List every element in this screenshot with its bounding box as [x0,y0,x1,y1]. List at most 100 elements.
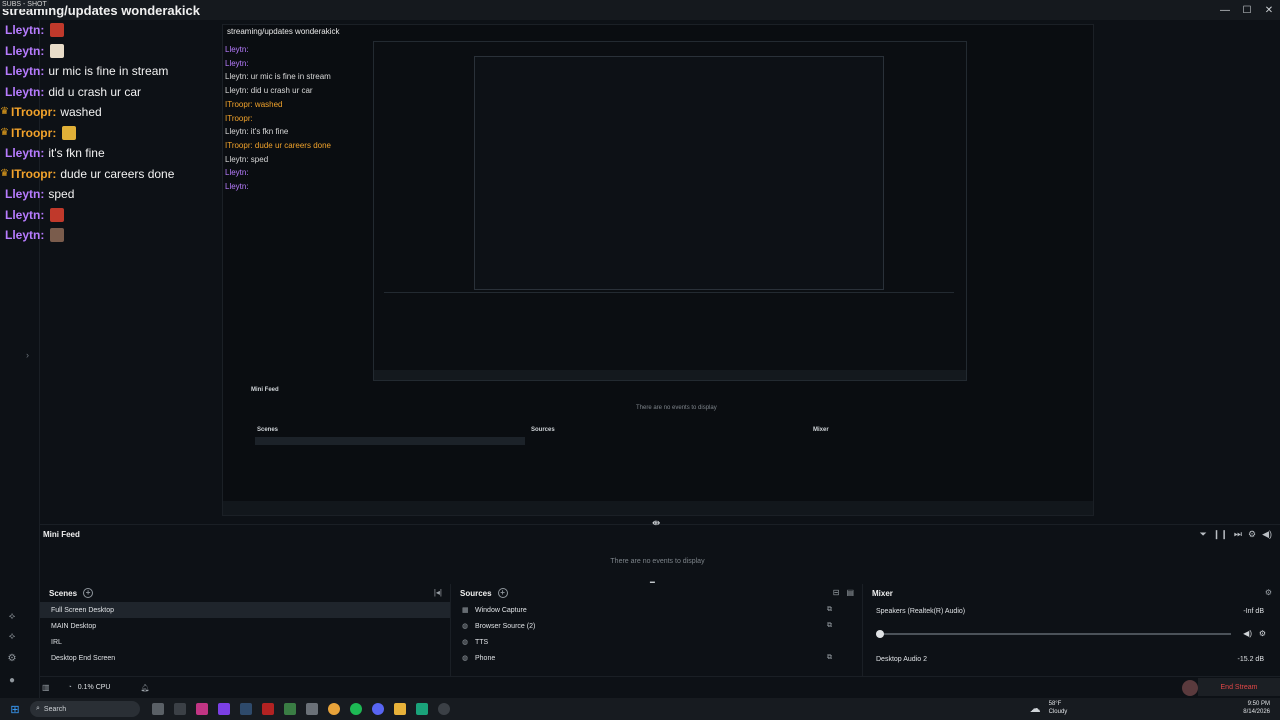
taskbar-search[interactable]: ⌕ Search [30,701,140,717]
discord-icon[interactable] [372,703,384,715]
twitch-icon[interactable] [218,703,230,715]
scene-item[interactable]: Desktop End Screen [40,650,450,666]
preview-chat: Lleytn: Lleytn: Lleytn: ur mic is fine i… [225,43,331,194]
link-icon[interactable]: ⧉ [827,606,832,614]
windows-start-icon[interactable]: ⊞ [0,703,30,716]
folder-icon[interactable]: ▤ [846,588,854,597]
source-label: TTS [475,638,489,646]
obs-icon[interactable] [438,703,450,715]
chat-text: did u crash ur car [48,84,142,99]
chat-username[interactable]: Lleytn [5,64,40,78]
chat-colon: : [40,23,45,38]
source-item[interactable]: ◍ Browser Source (2) ⧉ [451,618,862,634]
chat-username[interactable]: Lleytn [5,44,40,58]
preview-chat-line: Lleytn: [225,182,249,192]
sources-header: Sources + [451,584,862,602]
chat-colon: : [52,105,57,120]
chat-colon: : [40,187,45,202]
maximize-button[interactable]: ☐ [1236,0,1258,20]
user-icon[interactable]: ● [6,674,18,686]
preview-minifeed-empty: There are no events to display [636,405,717,411]
skip-icon[interactable]: ⏭ [1234,529,1242,540]
taskbar: ⊞ ⌕ Search ☁ 58°F Cloudy 9:50 PM 8/14/20… [0,698,1280,720]
source-item[interactable]: ◍ Phone ⧉ [451,650,862,666]
steam-icon[interactable] [240,703,252,715]
sources-title: Sources [460,588,492,598]
scene-item[interactable]: Full Screen Desktop [40,602,450,618]
scene-item[interactable]: IRL [40,634,450,650]
volume-slider[interactable] [876,630,1231,638]
scenes-title: Scenes [49,588,78,598]
chat-message: Lleytn: [0,205,220,226]
chat-username[interactable]: Lleytn [5,85,40,99]
mixer-channel-value: -Inf dB [1243,608,1264,615]
notification-icon[interactable]: 🔔︎ [140,684,149,692]
chat-username[interactable]: Lleytn [5,146,40,160]
chat-username[interactable]: ITroopr [11,105,52,119]
filter-icon[interactable]: ⏷ [1200,529,1207,540]
sources-header-icons: ⊟ ▤ [833,588,854,597]
clock-time: 9:50 PM [1247,701,1270,707]
chat-text: sped [48,187,75,202]
chat-username[interactable]: ITroopr [11,126,52,140]
settings-icon[interactable]: ⚙ [1248,529,1256,540]
chat-username[interactable]: Lleytn [5,208,40,222]
source-label: Window Capture [475,606,527,614]
chat-username[interactable]: Lleytn [5,23,40,37]
link-icon-2[interactable]: ⟡ [6,630,18,642]
mini-feed-empty: There are no events to display [610,558,705,565]
add-source-icon[interactable]: + [497,588,508,598]
collapse-icon[interactable]: |◂| [434,588,442,597]
close-button[interactable]: ✕ [1258,0,1280,20]
instagram-icon[interactable] [196,703,208,715]
settings-icon[interactable]: ⚙ [6,652,18,664]
app-icon[interactable] [174,703,186,715]
crown-badge-icon: ♛ [0,106,9,118]
mixer-channel-name: Desktop Audio 2 [876,656,927,663]
link-icon[interactable]: ⧉ [827,654,832,662]
link-icon[interactable]: ⧉ [827,622,832,630]
expand-arrow-icon[interactable]: › [26,350,29,360]
cpu-icon: ◔ [67,684,72,691]
preview-title: streaming/updates wonderakick [227,27,340,36]
volume-icon[interactable]: ◀) [1262,529,1272,540]
mini-feed-title: Mini Feed [43,530,80,539]
link-icon[interactable]: ⟡ [6,610,18,622]
spotify-icon[interactable] [350,703,362,715]
app-icon-2[interactable] [284,703,296,715]
source-item[interactable]: ▦ Window Capture ⧉ [451,602,862,618]
chrome-icon[interactable] [328,703,340,715]
scenes-header-icons: |◂| [434,588,442,597]
settings-app-icon[interactable] [306,703,318,715]
stream-preview[interactable]: streaming/updates wonderakick Lleytn: Ll… [222,24,1094,516]
slider-knob[interactable] [876,630,884,638]
scene-item[interactable]: MAIN Desktop [40,618,450,634]
source-item[interactable]: ◍ TTS [451,634,862,650]
end-stream-button[interactable]: End Stream [1198,678,1280,696]
task-view-icon[interactable] [152,703,164,715]
scenes-header: Scenes + [40,584,450,602]
file-explorer-icon[interactable] [394,703,406,715]
preview-chat-line: ITroopr: dude ur careers done [225,140,331,150]
chat-username[interactable]: Lleytn [5,187,40,201]
channel-settings-icon[interactable]: ⚙ [1259,629,1266,638]
source-label: Browser Source (2) [475,622,536,630]
stats-icon[interactable]: ▥ [42,683,50,692]
app-icon-3[interactable] [416,703,428,715]
pause-icon[interactable]: ❙❙ [1213,529,1228,540]
scene-label: IRL [51,638,62,646]
chat-username[interactable]: Lleytn [5,228,40,242]
mixer-settings-icon[interactable]: ⚙ [1265,588,1272,597]
record-button[interactable] [1182,680,1198,696]
clock[interactable]: 9:50 PM 8/14/2026 [1243,700,1270,716]
resize-handle-icon[interactable]: ⇼ [652,518,660,529]
minimize-button[interactable]: — [1214,0,1236,20]
add-scene-icon[interactable]: + [83,588,94,598]
chat-username[interactable]: ITroopr [11,167,52,181]
speaker-icon[interactable]: ◀) [1243,629,1252,638]
chat-message: Lleytn: [0,20,220,41]
preview-minifeed-label: Mini Feed [251,387,279,393]
weather[interactable]: 58°F Cloudy [1049,700,1068,716]
news-icon[interactable] [262,703,274,715]
group-icon[interactable]: ⊟ [833,588,840,597]
